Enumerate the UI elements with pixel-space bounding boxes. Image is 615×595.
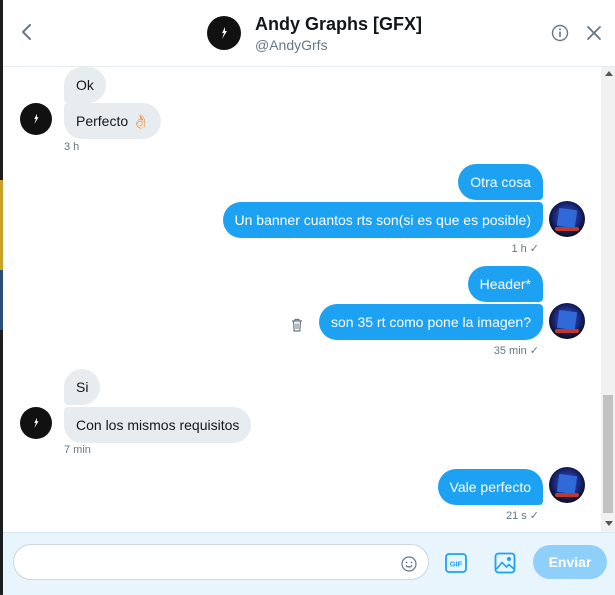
message-bubble-outgoing[interactable]: Vale perfecto <box>437 469 543 505</box>
message-bubble-outgoing[interactable]: Un banner cuantos rts son(si es que es p… <box>222 202 543 238</box>
message-bubble-incoming[interactable]: Ok <box>64 67 106 103</box>
message-timestamp: 3 h <box>64 141 80 153</box>
logo-mark-icon <box>222 27 227 39</box>
message-timestamp: 7 min <box>64 444 91 456</box>
message-bubble-incoming[interactable]: Perfecto 👌🏻 <box>64 103 162 139</box>
message-bubble-incoming[interactable]: Si <box>64 369 101 405</box>
direct-message-panel: Andy Graphs [GFX] @AndyGrfs Ok Perfecto … <box>3 0 615 595</box>
close-icon[interactable] <box>586 25 602 41</box>
conversation-header: Andy Graphs [GFX] @AndyGrfs <box>3 0 615 67</box>
contact-handle[interactable]: @AndyGrfs <box>255 37 328 53</box>
gif-label: GIF <box>450 560 463 569</box>
emoji-icon[interactable] <box>401 556 417 572</box>
message-bubble-outgoing[interactable]: son 35 rt como pone la imagen? <box>318 304 543 340</box>
back-arrow-icon[interactable] <box>17 22 37 42</box>
message-bubble-incoming[interactable]: Con los mismos requisitos <box>64 407 252 443</box>
sender-avatar[interactable] <box>20 407 52 439</box>
message-status: 21 s ✓ <box>506 509 539 522</box>
image-icon[interactable] <box>494 552 516 574</box>
message-timestamp: 1 h <box>511 243 527 255</box>
logo-mark-icon <box>34 417 39 429</box>
scrollbar-thumb[interactable] <box>603 395 613 513</box>
delete-icon[interactable] <box>290 318 304 332</box>
logo-mark-icon <box>34 113 39 125</box>
gif-icon[interactable]: GIF <box>445 553 467 573</box>
message-bubble-outgoing[interactable]: Header* <box>467 266 543 302</box>
message-status: 35 min ✓ <box>494 344 539 357</box>
conversation-scrollbar[interactable] <box>601 67 615 532</box>
my-avatar[interactable] <box>549 467 585 503</box>
my-avatar[interactable] <box>549 303 585 339</box>
read-check-icon: ✓ <box>529 345 539 357</box>
message-timestamp: 21 s <box>505 510 527 522</box>
message-bubble-outgoing[interactable]: Otra cosa <box>458 164 543 200</box>
contact-name[interactable]: Andy Graphs [GFX] <box>255 14 422 35</box>
message-timestamp: 35 min <box>493 345 527 357</box>
read-check-icon: ✓ <box>529 510 539 522</box>
info-icon[interactable] <box>551 24 569 42</box>
compose-bar: GIF Enviar <box>3 532 615 595</box>
scroll-down-icon[interactable] <box>605 521 613 526</box>
message-status: 1 h ✓ <box>511 242 539 255</box>
contact-avatar[interactable] <box>207 16 241 50</box>
send-button[interactable]: Enviar <box>533 545 607 579</box>
message-list[interactable]: Ok Perfecto 👌🏻 3 h Otra cosa Un banner c… <box>3 67 601 532</box>
read-check-icon: ✓ <box>529 243 539 255</box>
my-avatar[interactable] <box>549 201 585 237</box>
sender-avatar[interactable] <box>20 103 52 135</box>
scroll-up-icon[interactable] <box>605 71 613 76</box>
message-input[interactable] <box>13 544 429 580</box>
